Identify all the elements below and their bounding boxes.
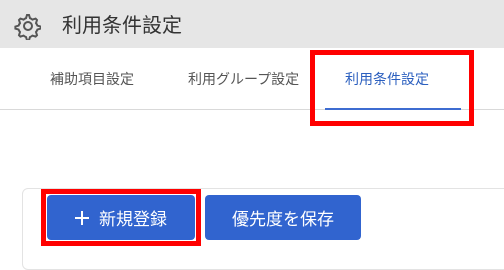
- page-title: 利用条件設定: [62, 13, 182, 37]
- highlight-box-new: [41, 189, 201, 246]
- highlight-box-tab: [310, 50, 474, 126]
- save-priority-label: 優先度を保存: [232, 210, 334, 230]
- tab-usage-groups[interactable]: 利用グループ設定: [188, 70, 299, 90]
- page-header: 利用条件設定: [0, 0, 504, 48]
- tab-auxiliary-items[interactable]: 補助項目設定: [50, 70, 134, 90]
- save-priority-button[interactable]: 優先度を保存: [205, 195, 361, 240]
- gear-icon: [13, 12, 42, 42]
